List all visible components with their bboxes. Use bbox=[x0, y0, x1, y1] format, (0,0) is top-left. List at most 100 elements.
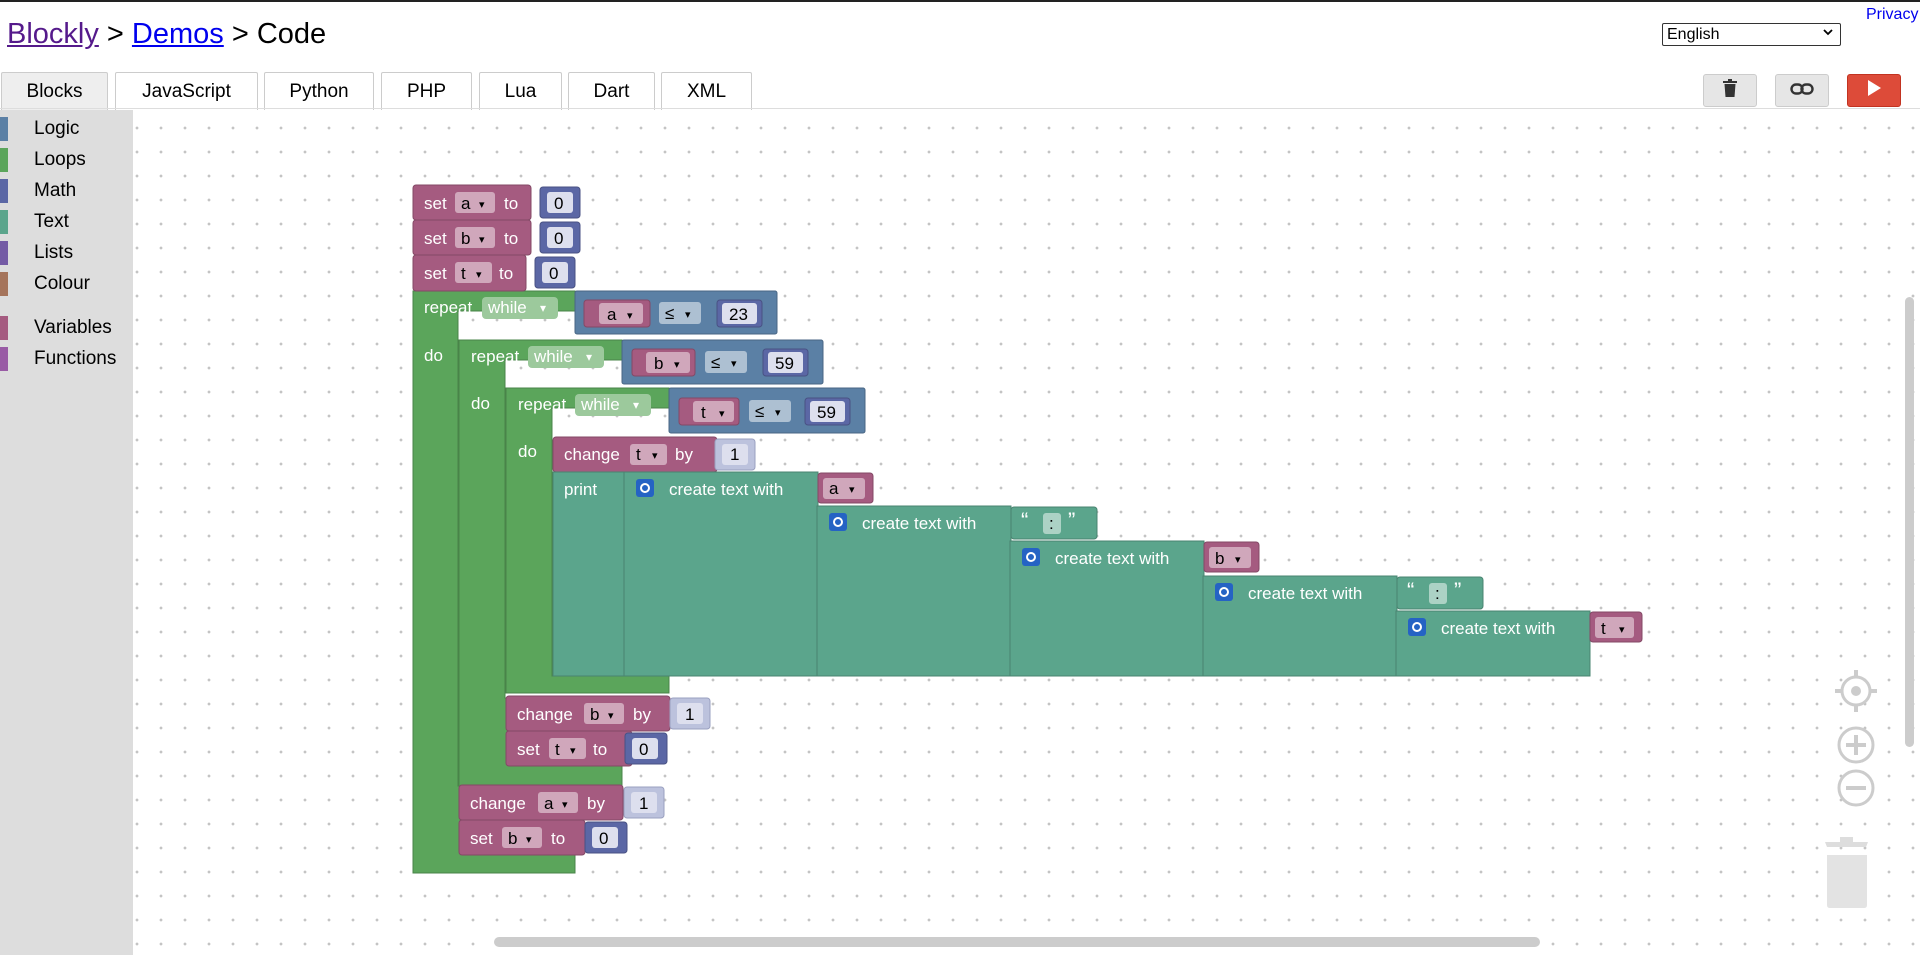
variable-name: t bbox=[461, 264, 466, 283]
zoom-in-button[interactable] bbox=[1837, 726, 1875, 764]
text-join-block[interactable]: create text with bbox=[816, 505, 1012, 677]
number-value: 1 bbox=[685, 705, 694, 724]
tab-php[interactable]: PHP bbox=[381, 72, 472, 110]
compare-block[interactable]: t ▾ ≤ ▾ 59 bbox=[668, 387, 866, 434]
change-variable-block[interactable]: change b ▾ by 1 bbox=[505, 695, 711, 732]
breadcrumb-blockly-link[interactable]: Blockly bbox=[7, 18, 99, 50]
blockly-workspace[interactable]: repeat while ▾ do a ▾ ≤ ▾ 23 repeat whil… bbox=[133, 110, 1920, 955]
dropdown-arrow-icon: ▾ bbox=[719, 408, 725, 420]
gear-icon[interactable] bbox=[636, 479, 654, 497]
text-join-block[interactable]: create text with bbox=[1202, 575, 1398, 677]
gear-icon[interactable] bbox=[1022, 548, 1040, 566]
repeat-label: repeat bbox=[518, 395, 566, 414]
text-join-block[interactable]: create text with bbox=[623, 471, 819, 677]
number-value: 59 bbox=[775, 354, 794, 373]
privacy-link[interactable]: Privacy bbox=[1866, 6, 1918, 24]
number-value: 0 bbox=[549, 264, 558, 283]
while-dropdown-label: while bbox=[580, 395, 620, 414]
gear-icon[interactable] bbox=[1408, 618, 1426, 636]
variable-name: a bbox=[607, 305, 617, 324]
number-value: 1 bbox=[639, 794, 648, 813]
category-lists[interactable]: Lists bbox=[0, 238, 133, 268]
number-value: 0 bbox=[554, 229, 563, 248]
tab-python[interactable]: Python bbox=[264, 72, 374, 110]
do-label: do bbox=[424, 346, 443, 365]
link-button[interactable] bbox=[1775, 74, 1829, 107]
dropdown-arrow-icon: ▾ bbox=[775, 407, 781, 419]
recenter-button[interactable] bbox=[1835, 670, 1877, 712]
variable-dropdown[interactable] bbox=[693, 401, 734, 422]
dropdown-arrow-icon: ▾ bbox=[1619, 624, 1625, 636]
zoom-out-button[interactable] bbox=[1837, 769, 1875, 807]
dropdown-arrow-icon: ▾ bbox=[1235, 554, 1241, 566]
category-functions[interactable]: Functions bbox=[0, 344, 133, 374]
print-label: print bbox=[564, 480, 597, 499]
by-label: by bbox=[633, 705, 651, 724]
set-variable-block[interactable]: set t ▾ to 0 bbox=[412, 254, 576, 292]
category-logic[interactable]: Logic bbox=[0, 114, 133, 144]
category-label: Functions bbox=[34, 348, 117, 369]
category-swatch bbox=[0, 347, 8, 371]
category-loops[interactable]: Loops bbox=[0, 145, 133, 175]
compare-block[interactable]: a ▾ ≤ ▾ 23 bbox=[574, 290, 778, 335]
run-button[interactable] bbox=[1847, 74, 1901, 107]
gear-icon[interactable] bbox=[829, 513, 847, 531]
compare-block[interactable]: b ▾ ≤ ▾ 59 bbox=[621, 339, 824, 385]
language-select[interactable]: English bbox=[1662, 23, 1841, 46]
number-value: 0 bbox=[554, 194, 563, 213]
variable-name: b bbox=[654, 354, 663, 373]
trash-button[interactable] bbox=[1703, 74, 1757, 107]
tab-blocks[interactable]: Blocks bbox=[1, 72, 108, 110]
variable-getter-block[interactable]: b ▾ bbox=[1203, 541, 1260, 573]
variable-name: b bbox=[461, 229, 470, 248]
set-variable-block[interactable]: set a ▾ to 0 bbox=[412, 184, 581, 221]
tab-dart[interactable]: Dart bbox=[568, 72, 655, 110]
print-block[interactable]: print bbox=[552, 471, 626, 677]
text-join-block[interactable]: create text with bbox=[1009, 540, 1205, 677]
category-label: Text bbox=[34, 211, 69, 232]
tab-lua[interactable]: Lua bbox=[479, 72, 562, 110]
tab-xml[interactable]: XML bbox=[661, 72, 752, 110]
variable-name: a bbox=[544, 794, 554, 813]
category-swatch bbox=[0, 272, 8, 296]
change-variable-block[interactable]: change t ▾ by 1 bbox=[552, 436, 756, 473]
tab-label: Python bbox=[289, 80, 349, 102]
variable-getter-block[interactable]: t ▾ bbox=[1589, 611, 1643, 643]
tab-javascript[interactable]: JavaScript bbox=[115, 72, 258, 110]
breadcrumb-demos-link[interactable]: Demos bbox=[132, 18, 224, 50]
set-label: set bbox=[424, 229, 447, 248]
category-label: Lists bbox=[34, 242, 74, 263]
to-label: to bbox=[551, 829, 565, 848]
set-variable-block[interactable]: set b ▾ to 0 bbox=[458, 819, 628, 856]
category-label: Loops bbox=[34, 149, 86, 170]
category-text[interactable]: Text bbox=[0, 207, 133, 237]
category-variables[interactable]: Variables bbox=[0, 313, 133, 343]
variable-getter-block[interactable]: a ▾ bbox=[817, 472, 874, 504]
category-math[interactable]: Math bbox=[0, 176, 133, 206]
text-literal-block[interactable]: “ : ” bbox=[1010, 506, 1098, 540]
variable-dropdown[interactable] bbox=[646, 352, 690, 373]
set-variable-block[interactable]: set t ▾ to 0 bbox=[505, 730, 668, 767]
text-value: : bbox=[1435, 584, 1440, 603]
text-literal-block[interactable]: “ : ” bbox=[1396, 576, 1484, 610]
vertical-scrollbar[interactable] bbox=[1905, 297, 1914, 747]
category-swatch bbox=[0, 179, 8, 203]
do-label: do bbox=[518, 442, 537, 461]
set-variable-block[interactable]: set b ▾ to 0 bbox=[412, 219, 581, 256]
category-label: Variables bbox=[34, 317, 112, 338]
variable-dropdown[interactable] bbox=[599, 303, 643, 324]
gear-icon[interactable] bbox=[1215, 583, 1233, 601]
category-swatch bbox=[0, 241, 8, 265]
number-value: 23 bbox=[729, 305, 748, 324]
workspace-trash-icon[interactable] bbox=[1825, 837, 1868, 908]
dropdown-arrow-icon: ▾ bbox=[627, 310, 633, 322]
tab-label: XML bbox=[686, 80, 727, 102]
category-colour[interactable]: Colour bbox=[0, 269, 133, 299]
dropdown-arrow-icon: ▾ bbox=[479, 199, 485, 211]
operator-label: ≤ bbox=[711, 353, 720, 372]
text-join-block[interactable]: create text with bbox=[1395, 610, 1591, 677]
horizontal-scrollbar[interactable] bbox=[494, 937, 1540, 947]
change-variable-block[interactable]: change a ▾ by 1 bbox=[458, 784, 665, 821]
variable-name: b bbox=[508, 829, 517, 848]
breadcrumb: Blockly > Demos > Code bbox=[7, 18, 326, 51]
